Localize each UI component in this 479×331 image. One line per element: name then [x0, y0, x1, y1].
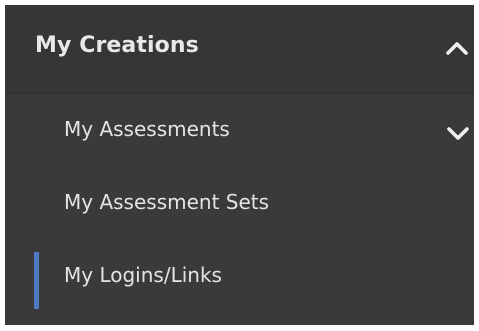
sidebar-item-label: My Assessment Sets: [64, 190, 270, 214]
section-title: My Creations: [35, 33, 199, 58]
sidebar-panel: My Creations My Assessments My Assessmen…: [5, 5, 474, 325]
section-header-my-creations[interactable]: My Creations: [5, 5, 474, 94]
sidebar-item-my-assessment-sets[interactable]: My Assessment Sets: [5, 169, 474, 239]
sidebar-item-label: My Assessments: [64, 117, 230, 141]
sidebar-item-label: My Logins/Links: [64, 263, 222, 287]
sidebar-item-my-assessments[interactable]: My Assessments: [5, 96, 474, 166]
active-indicator: [34, 252, 39, 309]
chevron-down-icon[interactable]: [446, 125, 470, 143]
sidebar-item-my-logins-links[interactable]: My Logins/Links: [5, 242, 474, 312]
chevron-up-icon[interactable]: [445, 39, 469, 57]
